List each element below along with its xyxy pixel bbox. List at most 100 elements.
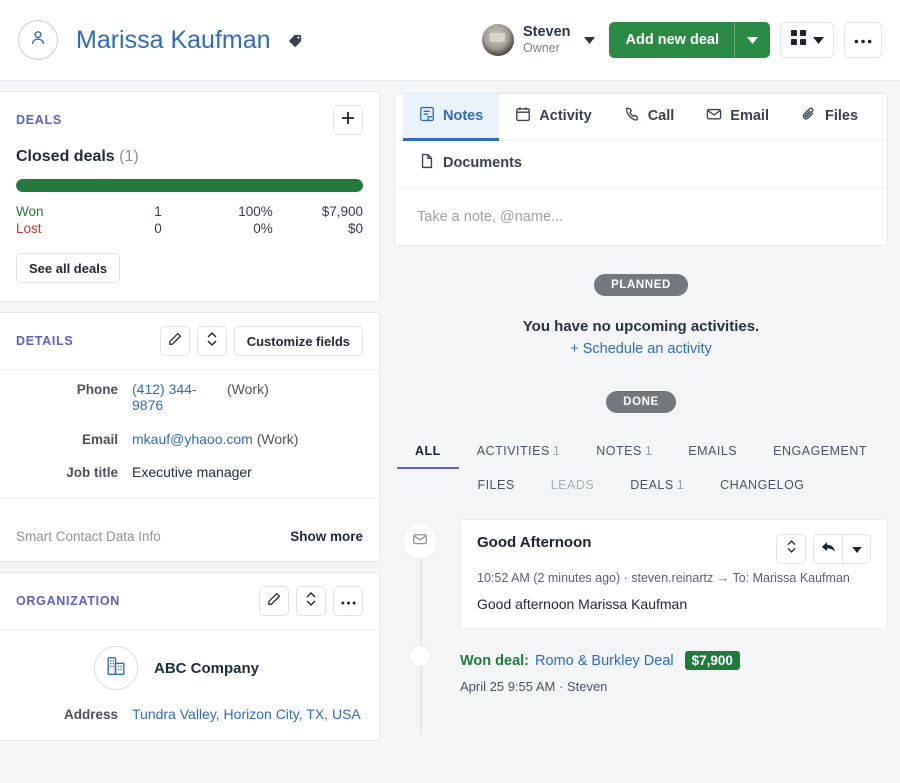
email-reply-dropdown[interactable]	[842, 535, 870, 563]
filter-tab-notes-label: NOTES	[596, 444, 642, 458]
lost-label: Lost	[16, 220, 58, 237]
divider	[0, 498, 379, 499]
filter-tab-leads[interactable]: LEADS	[533, 469, 613, 503]
tab-files[interactable]: Files	[785, 94, 874, 141]
page-body: DEALS Closed deals (1) Won	[0, 81, 900, 783]
organization-card-header: ORGANIZATION	[16, 573, 363, 629]
email-value[interactable]: mkauf@yhaoo.com	[132, 431, 253, 447]
deals-card: DEALS Closed deals (1) Won	[0, 91, 380, 302]
filter-tab-engagement-label: ENGAGEMENT	[773, 444, 867, 458]
building-icon	[105, 655, 127, 682]
tab-files-label: Files	[825, 108, 858, 124]
see-all-deals-button[interactable]: See all deals	[16, 253, 120, 283]
show-more-button[interactable]: Show more	[290, 529, 363, 544]
done-section-pill[interactable]: DONE	[606, 391, 676, 413]
tab-activity[interactable]: Activity	[499, 94, 607, 141]
add-deal-icon-button[interactable]	[333, 105, 363, 135]
filter-tab-deals-label: DEALS	[630, 478, 674, 492]
phone-value[interactable]: (412) 344-9876	[132, 381, 197, 413]
owner-dropdown-caret[interactable]	[577, 27, 603, 53]
address-label: Address	[16, 706, 132, 722]
tag-icon[interactable]	[287, 32, 304, 49]
phone-label: Phone	[16, 381, 132, 413]
owner-avatar	[482, 24, 514, 56]
deal-entry-line: Won deal: Romo & Burkley Deal $7,900	[460, 651, 740, 670]
customize-fields-button[interactable]: Customize fields	[234, 326, 363, 356]
ellipsis-icon	[854, 31, 872, 49]
more-options-button[interactable]	[844, 22, 882, 58]
organization-edit-button[interactable]	[259, 586, 289, 616]
filter-tab-all[interactable]: ALL	[397, 435, 459, 469]
email-type: (Work)	[257, 431, 299, 447]
pencil-icon	[168, 332, 182, 351]
deal-meta: April 25 9:55 AM · Steven	[460, 679, 740, 694]
paperclip-icon	[801, 106, 817, 126]
deal-entry: Won deal: Romo & Burkley Deal $7,900 Apr…	[460, 651, 740, 694]
filter-tab-changelog-label: CHANGELOG	[720, 478, 804, 492]
chevron-down-icon	[852, 540, 862, 558]
organization-collapse-button[interactable]	[296, 586, 326, 616]
composer-tabs-row2: Documents	[395, 141, 887, 188]
phone-type: (Work)	[227, 381, 269, 413]
timeline-deal-marker	[409, 645, 431, 667]
tab-documents[interactable]: Documents	[403, 141, 538, 188]
note-input[interactable]: Take a note, @name...	[395, 188, 887, 245]
add-new-deal-label: Add new deal	[609, 32, 734, 48]
reply-arrow-icon	[821, 540, 836, 558]
filter-tab-notes[interactable]: NOTES1	[578, 435, 670, 469]
grid-view-button[interactable]	[780, 22, 834, 58]
filter-tab-activities[interactable]: ACTIVITIES1	[459, 435, 579, 469]
timeline-filter-tabs: ALL ACTIVITIES1 NOTES1 EMAILS ENGAGEMENT…	[394, 435, 888, 503]
planned-section-pill[interactable]: PLANNED	[594, 274, 688, 296]
schedule-activity-link[interactable]: + Schedule an activity	[394, 341, 888, 357]
address-value[interactable]: Tundra Valley, Horizon City, TX, USA	[132, 706, 361, 722]
filter-tab-files-label: FILES	[477, 478, 514, 492]
timeline-item-deal: Won deal: Romo & Burkley Deal $7,900 Apr…	[422, 629, 888, 694]
won-label: Won	[16, 203, 58, 220]
email-expand-button[interactable]	[776, 534, 806, 564]
updown-arrows-icon	[786, 540, 797, 558]
email-entry-actions	[776, 534, 871, 564]
plus-icon	[341, 111, 355, 130]
tab-call[interactable]: Call	[608, 94, 691, 141]
document-icon	[419, 153, 435, 173]
deals-progress-fill	[16, 179, 363, 192]
email-entry-card[interactable]: Good Afternoon	[460, 519, 888, 629]
left-sidebar: DEALS Closed deals (1) Won	[0, 91, 380, 783]
filter-tab-deals[interactable]: DEALS1	[612, 469, 702, 503]
tab-documents-label: Documents	[443, 155, 522, 171]
email-entry-header: Good Afternoon	[477, 534, 871, 564]
add-new-deal-button[interactable]: Add new deal	[609, 22, 770, 58]
lost-amount: $0	[273, 220, 363, 237]
updown-arrows-icon	[206, 332, 218, 351]
top-header: Marissa Kaufman Steven Owner Add new dea…	[0, 0, 900, 81]
filter-tab-deals-count: 1	[677, 478, 684, 492]
filter-tab-notes-count: 1	[645, 444, 652, 458]
tab-notes[interactable]: Notes	[403, 94, 499, 141]
filter-tab-emails[interactable]: EMAILS	[670, 435, 755, 469]
deal-amount-badge: $7,900	[685, 651, 740, 670]
organization-name[interactable]: ABC Company	[154, 660, 259, 677]
details-card-header: DETAILS	[16, 313, 363, 369]
organization-more-button[interactable]	[333, 586, 363, 616]
filter-tab-leads-label: LEADS	[551, 478, 595, 492]
notes-composer-card: Notes Activity C	[394, 93, 888, 246]
owner-selector[interactable]: Steven Owner	[482, 24, 571, 56]
organization-avatar	[94, 646, 138, 690]
organization-card: ORGANIZATION	[0, 572, 380, 741]
deal-name-link[interactable]: Romo & Burkley Deal	[535, 653, 674, 669]
ellipsis-icon	[341, 592, 356, 610]
smart-contact-data-row: Smart Contact Data Info Show more	[16, 511, 363, 561]
filter-tab-changelog[interactable]: CHANGELOG	[702, 469, 822, 503]
phone-icon	[624, 106, 640, 126]
details-card-title: DETAILS	[16, 334, 73, 348]
details-collapse-button[interactable]	[197, 326, 227, 356]
email-label: Email	[16, 431, 132, 447]
tab-email[interactable]: Email	[690, 94, 785, 141]
details-edit-button[interactable]	[160, 326, 190, 356]
email-reply-button[interactable]	[814, 535, 842, 563]
filter-tab-files[interactable]: FILES	[459, 469, 532, 503]
details-card: DETAILS	[0, 312, 380, 562]
add-new-deal-caret[interactable]	[734, 22, 770, 58]
filter-tab-engagement[interactable]: ENGAGEMENT	[755, 435, 885, 469]
